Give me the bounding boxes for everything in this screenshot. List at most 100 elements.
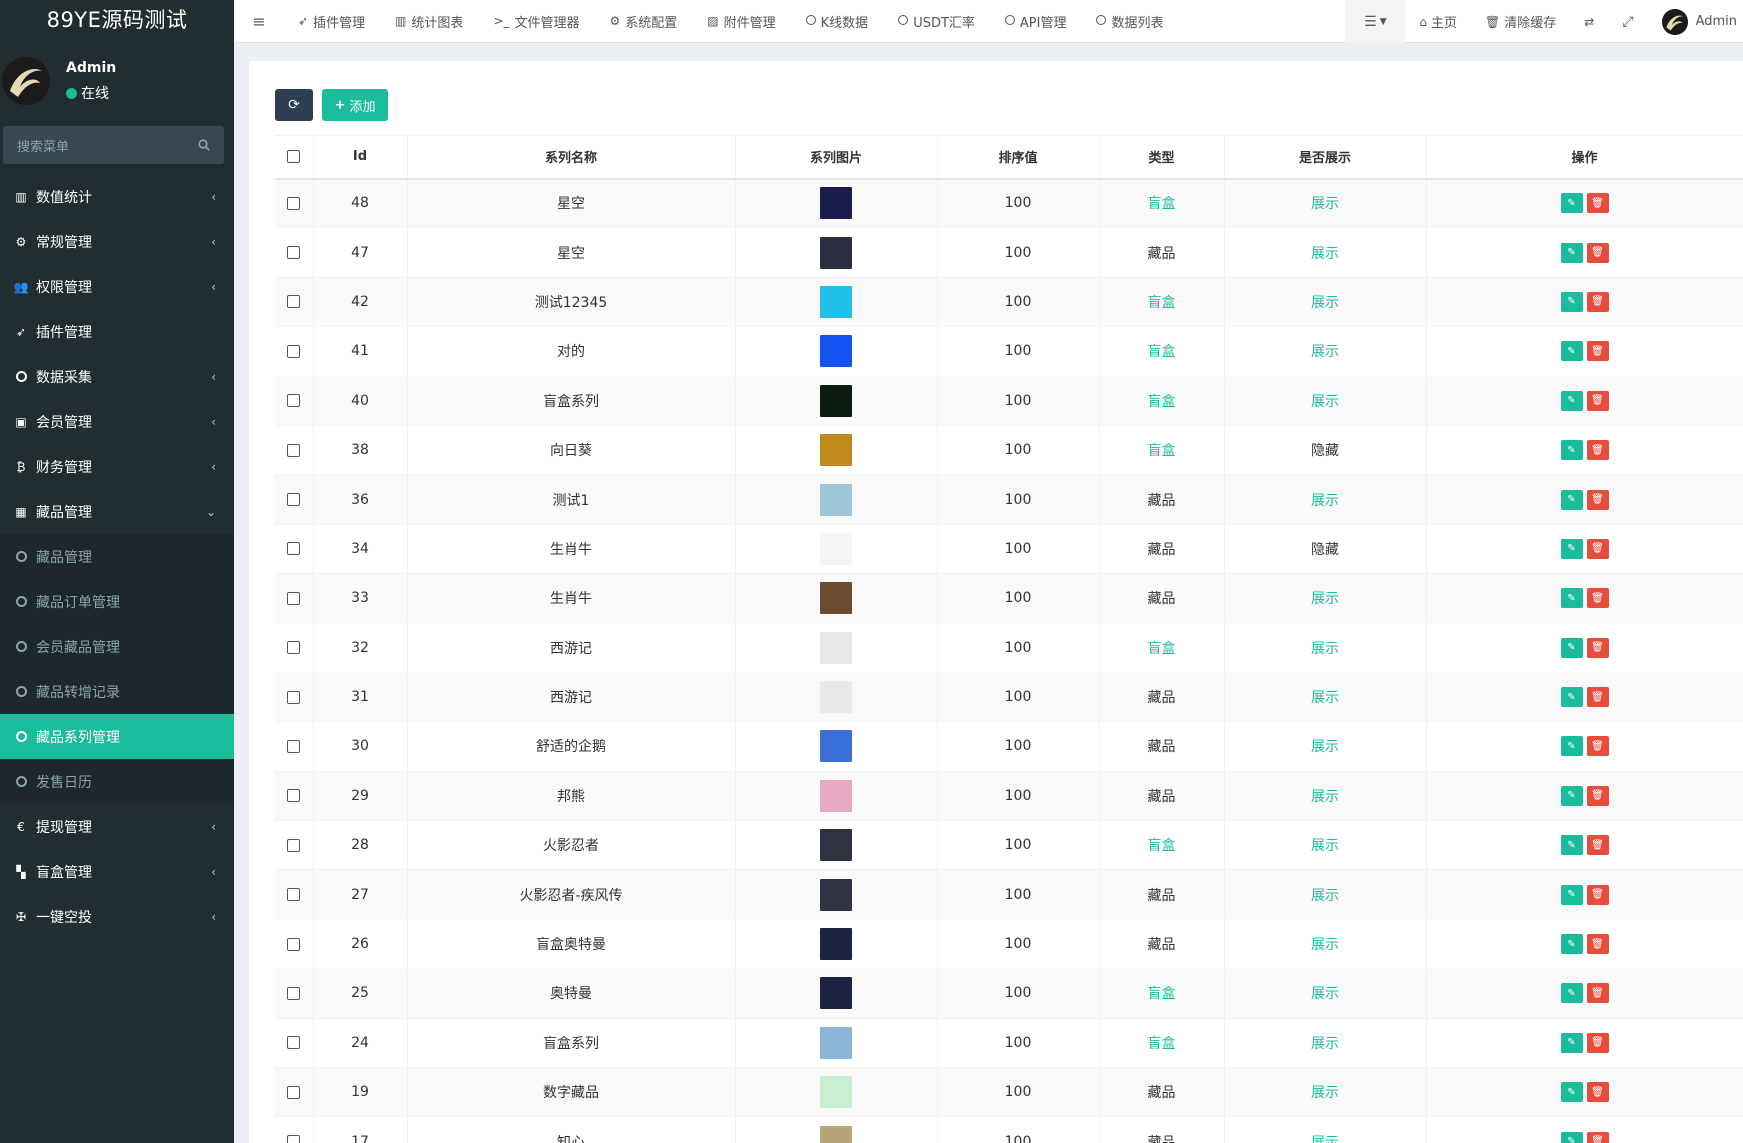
row-checkbox[interactable]: [287, 344, 301, 358]
column-header[interactable]: Id: [313, 135, 408, 180]
sidebar-item[interactable]: 👥 权限管理 ‹: [0, 264, 234, 309]
cell-show[interactable]: 展示: [1224, 277, 1427, 328]
series-thumbnail[interactable]: [820, 236, 852, 269]
delete-button[interactable]: 🗑: [1586, 934, 1609, 955]
series-thumbnail[interactable]: [820, 1076, 852, 1109]
nav-tab[interactable]: ⚙ 系统配置: [596, 0, 694, 43]
cell-type[interactable]: 藏品: [1099, 524, 1225, 575]
sidebar-item[interactable]: ▣ 会员管理 ‹: [0, 399, 234, 444]
nav-tab[interactable]: API管理: [991, 0, 1083, 43]
cell-show[interactable]: 展示: [1224, 623, 1427, 673]
cell-show[interactable]: 隐藏: [1224, 524, 1427, 575]
edit-button[interactable]: ✎: [1560, 1131, 1583, 1143]
table-row[interactable]: 31 西游记 100 藏品 展示 ✎ 🗑: [275, 672, 1743, 723]
table-row[interactable]: 41 对的 100 盲盒 展示 ✎ 🗑: [275, 326, 1743, 377]
cell-type[interactable]: 盲盒: [1099, 178, 1225, 229]
series-thumbnail[interactable]: [820, 977, 852, 1010]
edit-button[interactable]: ✎: [1560, 835, 1583, 856]
delete-button[interactable]: 🗑: [1586, 588, 1609, 609]
sidebar-subitem[interactable]: 藏品管理: [0, 534, 234, 579]
cell-show[interactable]: 展示: [1224, 919, 1427, 970]
row-checkbox[interactable]: [287, 246, 301, 260]
sidebar-item[interactable]: ▦ 藏品管理 ⌄: [0, 489, 234, 534]
table-row[interactable]: 40 盲盒系列 100 盲盒 展示 ✎ 🗑: [275, 376, 1743, 426]
edit-button[interactable]: ✎: [1560, 1082, 1583, 1103]
delete-button[interactable]: 🗑: [1586, 1032, 1609, 1053]
cell-type[interactable]: 盲盒: [1099, 968, 1225, 1019]
cell-type[interactable]: 藏品: [1099, 771, 1225, 822]
row-checkbox[interactable]: [287, 888, 301, 902]
edit-button[interactable]: ✎: [1560, 242, 1583, 263]
cell-show[interactable]: 隐藏: [1224, 425, 1427, 476]
series-thumbnail[interactable]: [820, 878, 852, 911]
row-checkbox[interactable]: [287, 196, 301, 210]
edit-button[interactable]: ✎: [1560, 538, 1583, 559]
nav-tab[interactable]: K线数据: [792, 0, 885, 43]
cell-type[interactable]: 藏品: [1099, 227, 1225, 278]
series-thumbnail[interactable]: [820, 1125, 852, 1143]
sidebar-subitem[interactable]: 发售日历: [0, 759, 234, 804]
cell-type[interactable]: 盲盒: [1099, 425, 1225, 476]
fullscreen-button[interactable]: ⤢: [1608, 0, 1647, 43]
cell-type[interactable]: 藏品: [1099, 919, 1225, 970]
column-header[interactable]: 系列名称: [407, 135, 736, 180]
cell-show[interactable]: 展示: [1224, 1116, 1427, 1143]
cell-show[interactable]: 展示: [1224, 326, 1427, 377]
series-thumbnail[interactable]: [820, 483, 852, 516]
add-button[interactable]: + 添加: [322, 89, 388, 121]
table-row[interactable]: 33 生肖牛 100 藏品 展示 ✎ 🗑: [275, 573, 1743, 624]
delete-button[interactable]: 🗑: [1586, 687, 1609, 708]
delete-button[interactable]: 🗑: [1586, 983, 1609, 1004]
edit-button[interactable]: ✎: [1560, 637, 1583, 658]
column-header[interactable]: 是否展示: [1224, 135, 1427, 180]
row-checkbox[interactable]: [287, 1085, 301, 1099]
cell-type[interactable]: 藏品: [1099, 672, 1225, 723]
edit-button[interactable]: ✎: [1560, 736, 1583, 757]
edit-button[interactable]: ✎: [1560, 291, 1583, 312]
table-row[interactable]: 48 星空 100 盲盒 展示 ✎ 🗑: [275, 178, 1743, 229]
row-checkbox[interactable]: [287, 789, 301, 803]
cell-show[interactable]: 展示: [1224, 1067, 1427, 1118]
sidebar-item[interactable]: ✠ 一键空投 ‹: [0, 894, 234, 939]
table-row[interactable]: 30 舒适的企鹅 100 藏品 展示 ✎ 🗑: [275, 721, 1743, 772]
nav-tab[interactable]: ▨ 附件管理: [693, 0, 791, 43]
cell-show[interactable]: 展示: [1224, 672, 1427, 723]
app-logo[interactable]: 89YE源码测试: [0, 0, 234, 43]
cell-type[interactable]: 藏品: [1099, 1116, 1225, 1143]
series-thumbnail[interactable]: [820, 335, 852, 368]
edit-button[interactable]: ✎: [1560, 934, 1583, 955]
series-thumbnail[interactable]: [820, 1026, 852, 1059]
series-thumbnail[interactable]: [820, 532, 852, 565]
cell-type[interactable]: 藏品: [1099, 721, 1225, 772]
row-checkbox[interactable]: [287, 641, 301, 655]
nav-tab[interactable]: 数据列表: [1082, 0, 1179, 43]
column-header[interactable]: 操作: [1426, 135, 1743, 180]
delete-button[interactable]: 🗑: [1586, 884, 1609, 905]
edit-button[interactable]: ✎: [1560, 341, 1583, 362]
admin-menu[interactable]: Admin: [1648, 0, 1743, 43]
delete-button[interactable]: 🗑: [1586, 390, 1609, 411]
delete-button[interactable]: 🗑: [1586, 538, 1609, 559]
edit-button[interactable]: ✎: [1560, 489, 1583, 510]
cell-show[interactable]: 展示: [1224, 376, 1427, 426]
series-thumbnail[interactable]: [820, 928, 852, 961]
row-checkbox[interactable]: [287, 986, 301, 1000]
tabs-dropdown-button[interactable]: ☰ ▼: [1345, 0, 1406, 43]
series-thumbnail[interactable]: [820, 187, 852, 220]
cell-show[interactable]: 展示: [1224, 771, 1427, 822]
table-row[interactable]: 19 数字藏品 100 藏品 展示 ✎ 🗑: [275, 1067, 1743, 1118]
cell-show[interactable]: 展示: [1224, 820, 1427, 871]
delete-button[interactable]: 🗑: [1586, 193, 1609, 214]
delete-button[interactable]: 🗑: [1586, 1082, 1609, 1103]
cell-type[interactable]: 藏品: [1099, 573, 1225, 624]
delete-button[interactable]: 🗑: [1586, 242, 1609, 263]
search-icon[interactable]: [198, 139, 210, 151]
series-thumbnail[interactable]: [820, 829, 852, 862]
cell-type[interactable]: 盲盒: [1099, 326, 1225, 377]
nav-tab[interactable]: ➶ 插件管理: [284, 0, 381, 43]
language-button[interactable]: ⇄: [1570, 0, 1608, 43]
row-checkbox[interactable]: [287, 394, 301, 408]
table-row[interactable]: 25 奥特曼 100 盲盒 展示 ✎ 🗑: [275, 968, 1743, 1019]
table-row[interactable]: 36 测试1 100 藏品 展示 ✎ 🗑: [275, 474, 1743, 525]
edit-button[interactable]: ✎: [1560, 983, 1583, 1004]
